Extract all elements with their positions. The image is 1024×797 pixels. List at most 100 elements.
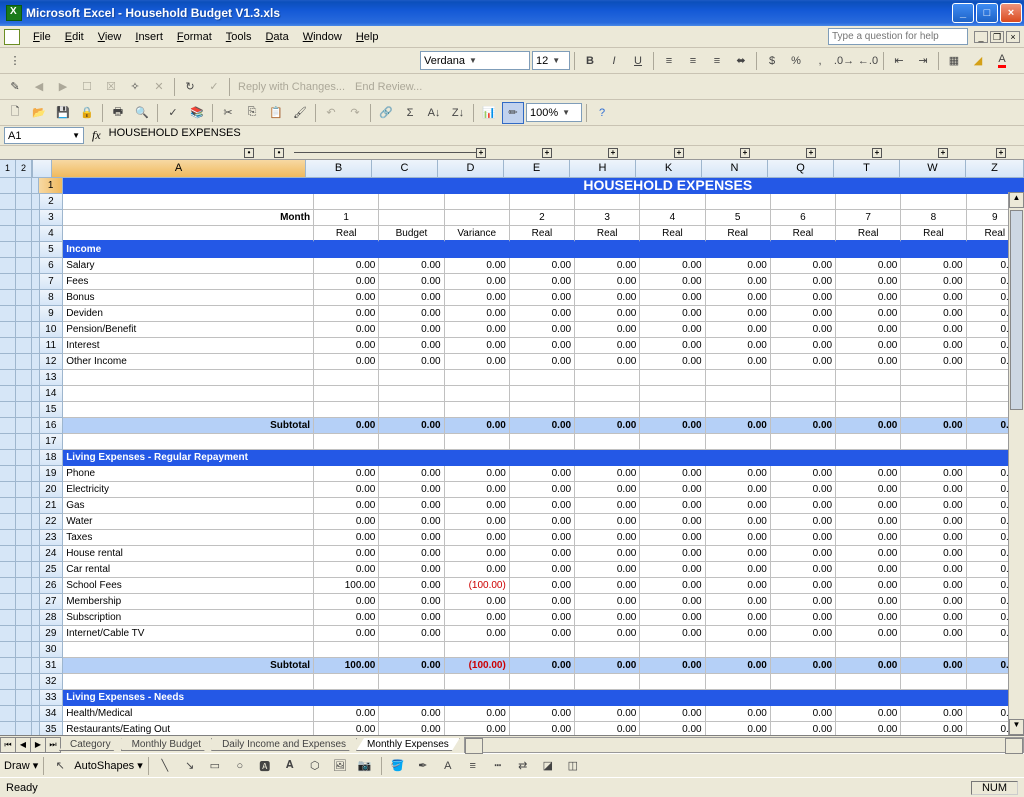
cell[interactable]: 0.00 bbox=[575, 354, 640, 370]
cell[interactable]: 0.00 bbox=[640, 498, 705, 514]
cell[interactable]: Restaurants/Eating Out bbox=[63, 722, 314, 735]
cell[interactable]: 0.00 bbox=[314, 274, 379, 290]
cell[interactable]: 0.00 bbox=[314, 466, 379, 482]
select-all-corner[interactable] bbox=[33, 160, 52, 178]
cell[interactable] bbox=[836, 370, 901, 386]
cell[interactable]: 0.00 bbox=[379, 658, 444, 674]
cell[interactable]: 0.00 bbox=[510, 498, 575, 514]
cell[interactable]: 0.00 bbox=[836, 610, 901, 626]
column-group-expand[interactable]: + bbox=[872, 148, 882, 158]
row-header-7[interactable]: 7 bbox=[40, 274, 64, 290]
toolbar-options-icon[interactable]: ⋮ bbox=[4, 50, 26, 72]
cell[interactable]: 0.00 bbox=[314, 610, 379, 626]
cell[interactable] bbox=[706, 402, 771, 418]
cell[interactable]: Real bbox=[640, 226, 705, 242]
cell[interactable]: 0.00 bbox=[836, 322, 901, 338]
cell[interactable]: 0.00 bbox=[510, 354, 575, 370]
cell[interactable]: 0.00 bbox=[510, 546, 575, 562]
cell[interactable]: 100.00 bbox=[314, 578, 379, 594]
cell[interactable]: 0.00 bbox=[640, 482, 705, 498]
column-header-A[interactable]: A bbox=[52, 160, 306, 178]
align-center-button[interactable]: ≡ bbox=[682, 50, 704, 72]
underline-button[interactable]: U bbox=[627, 50, 649, 72]
row-header-34[interactable]: 34 bbox=[40, 706, 64, 722]
outline-collapse-box[interactable]: • bbox=[244, 148, 254, 158]
cell[interactable]: (100.00) bbox=[445, 658, 510, 674]
cell[interactable]: 0.00 bbox=[379, 354, 444, 370]
cell[interactable] bbox=[379, 194, 444, 210]
cell[interactable] bbox=[63, 226, 314, 242]
cell[interactable]: Bonus bbox=[63, 290, 314, 306]
cell[interactable]: 0.00 bbox=[836, 258, 901, 274]
cell[interactable]: Real bbox=[706, 226, 771, 242]
cell[interactable]: 0.00 bbox=[640, 610, 705, 626]
cell[interactable]: 0.00 bbox=[771, 514, 836, 530]
cell[interactable] bbox=[640, 434, 705, 450]
cell[interactable]: 0.00 bbox=[575, 610, 640, 626]
cell[interactable]: 0.00 bbox=[445, 274, 510, 290]
percent-button[interactable]: % bbox=[785, 50, 807, 72]
textbox-tool[interactable]: 🅰 bbox=[254, 755, 276, 777]
cell[interactable] bbox=[640, 690, 705, 706]
cell[interactable]: 0.00 bbox=[706, 290, 771, 306]
cell[interactable]: 0.00 bbox=[314, 514, 379, 530]
cell[interactable]: 0.00 bbox=[640, 706, 705, 722]
cell[interactable] bbox=[445, 642, 510, 658]
spreadsheet-grid[interactable]: 1 2 ABCDEHKNQTWZ 1HOUSEHOLD EXPENSES23Mo… bbox=[0, 160, 1024, 735]
cell[interactable]: 0.00 bbox=[901, 258, 966, 274]
cell[interactable]: 0.00 bbox=[575, 546, 640, 562]
cell[interactable] bbox=[706, 386, 771, 402]
sort-desc-button[interactable]: Z↓ bbox=[447, 102, 469, 124]
sheet-tab-daily-income-and-expenses[interactable]: Daily Income and Expenses bbox=[211, 738, 357, 751]
cell[interactable]: 0.00 bbox=[575, 418, 640, 434]
cell[interactable] bbox=[836, 402, 901, 418]
cell[interactable]: 0.00 bbox=[640, 354, 705, 370]
cell[interactable] bbox=[836, 450, 901, 466]
cell[interactable] bbox=[640, 370, 705, 386]
cell[interactable]: 0.00 bbox=[706, 546, 771, 562]
cell[interactable] bbox=[706, 242, 771, 258]
cell[interactable]: 0.00 bbox=[640, 258, 705, 274]
chart-wizard-button[interactable]: 📊 bbox=[478, 102, 500, 124]
cell[interactable]: 0.00 bbox=[575, 258, 640, 274]
show-comment-button[interactable]: ☐ bbox=[76, 76, 98, 98]
comma-button[interactable]: , bbox=[809, 50, 831, 72]
cell[interactable]: 0.00 bbox=[314, 322, 379, 338]
cell[interactable]: 0.00 bbox=[445, 498, 510, 514]
cell[interactable]: 0.00 bbox=[706, 610, 771, 626]
cell[interactable]: 0.00 bbox=[771, 466, 836, 482]
cell[interactable]: 0.00 bbox=[379, 546, 444, 562]
cell[interactable] bbox=[510, 450, 575, 466]
oval-tool[interactable]: ○ bbox=[229, 755, 251, 777]
cell[interactable] bbox=[771, 402, 836, 418]
autosum-button[interactable]: Σ bbox=[399, 102, 421, 124]
cell[interactable]: 0.00 bbox=[901, 354, 966, 370]
cell[interactable]: 0.00 bbox=[771, 594, 836, 610]
cell[interactable] bbox=[63, 674, 314, 690]
cell[interactable] bbox=[836, 434, 901, 450]
cell[interactable]: Living Expenses - Regular Repayment bbox=[63, 450, 314, 466]
cell[interactable] bbox=[836, 674, 901, 690]
cell[interactable]: Deviden bbox=[63, 306, 314, 322]
cell[interactable]: 0.00 bbox=[510, 274, 575, 290]
cell[interactable]: 0.00 bbox=[771, 578, 836, 594]
cell[interactable] bbox=[836, 242, 901, 258]
rectangle-tool[interactable]: ▭ bbox=[204, 755, 226, 777]
cell[interactable]: 0.00 bbox=[640, 322, 705, 338]
cell[interactable]: 0.00 bbox=[836, 482, 901, 498]
print-preview-button[interactable]: 🔍 bbox=[131, 102, 153, 124]
cell[interactable]: 0.00 bbox=[314, 626, 379, 642]
cell[interactable]: 0.00 bbox=[510, 482, 575, 498]
cell[interactable] bbox=[575, 642, 640, 658]
permission-button[interactable]: 🔒 bbox=[76, 102, 98, 124]
row-header-13[interactable]: 13 bbox=[40, 370, 64, 386]
cell[interactable]: 0.00 bbox=[640, 306, 705, 322]
cell[interactable]: 0.00 bbox=[640, 418, 705, 434]
cell[interactable]: 0.00 bbox=[575, 466, 640, 482]
row-header-28[interactable]: 28 bbox=[40, 610, 64, 626]
cell[interactable] bbox=[836, 690, 901, 706]
copy-button[interactable]: ⎘ bbox=[241, 102, 263, 124]
tab-nav-first[interactable]: ⏮ bbox=[0, 737, 16, 753]
cell[interactable]: 0.00 bbox=[771, 482, 836, 498]
cell[interactable]: 0.00 bbox=[510, 578, 575, 594]
